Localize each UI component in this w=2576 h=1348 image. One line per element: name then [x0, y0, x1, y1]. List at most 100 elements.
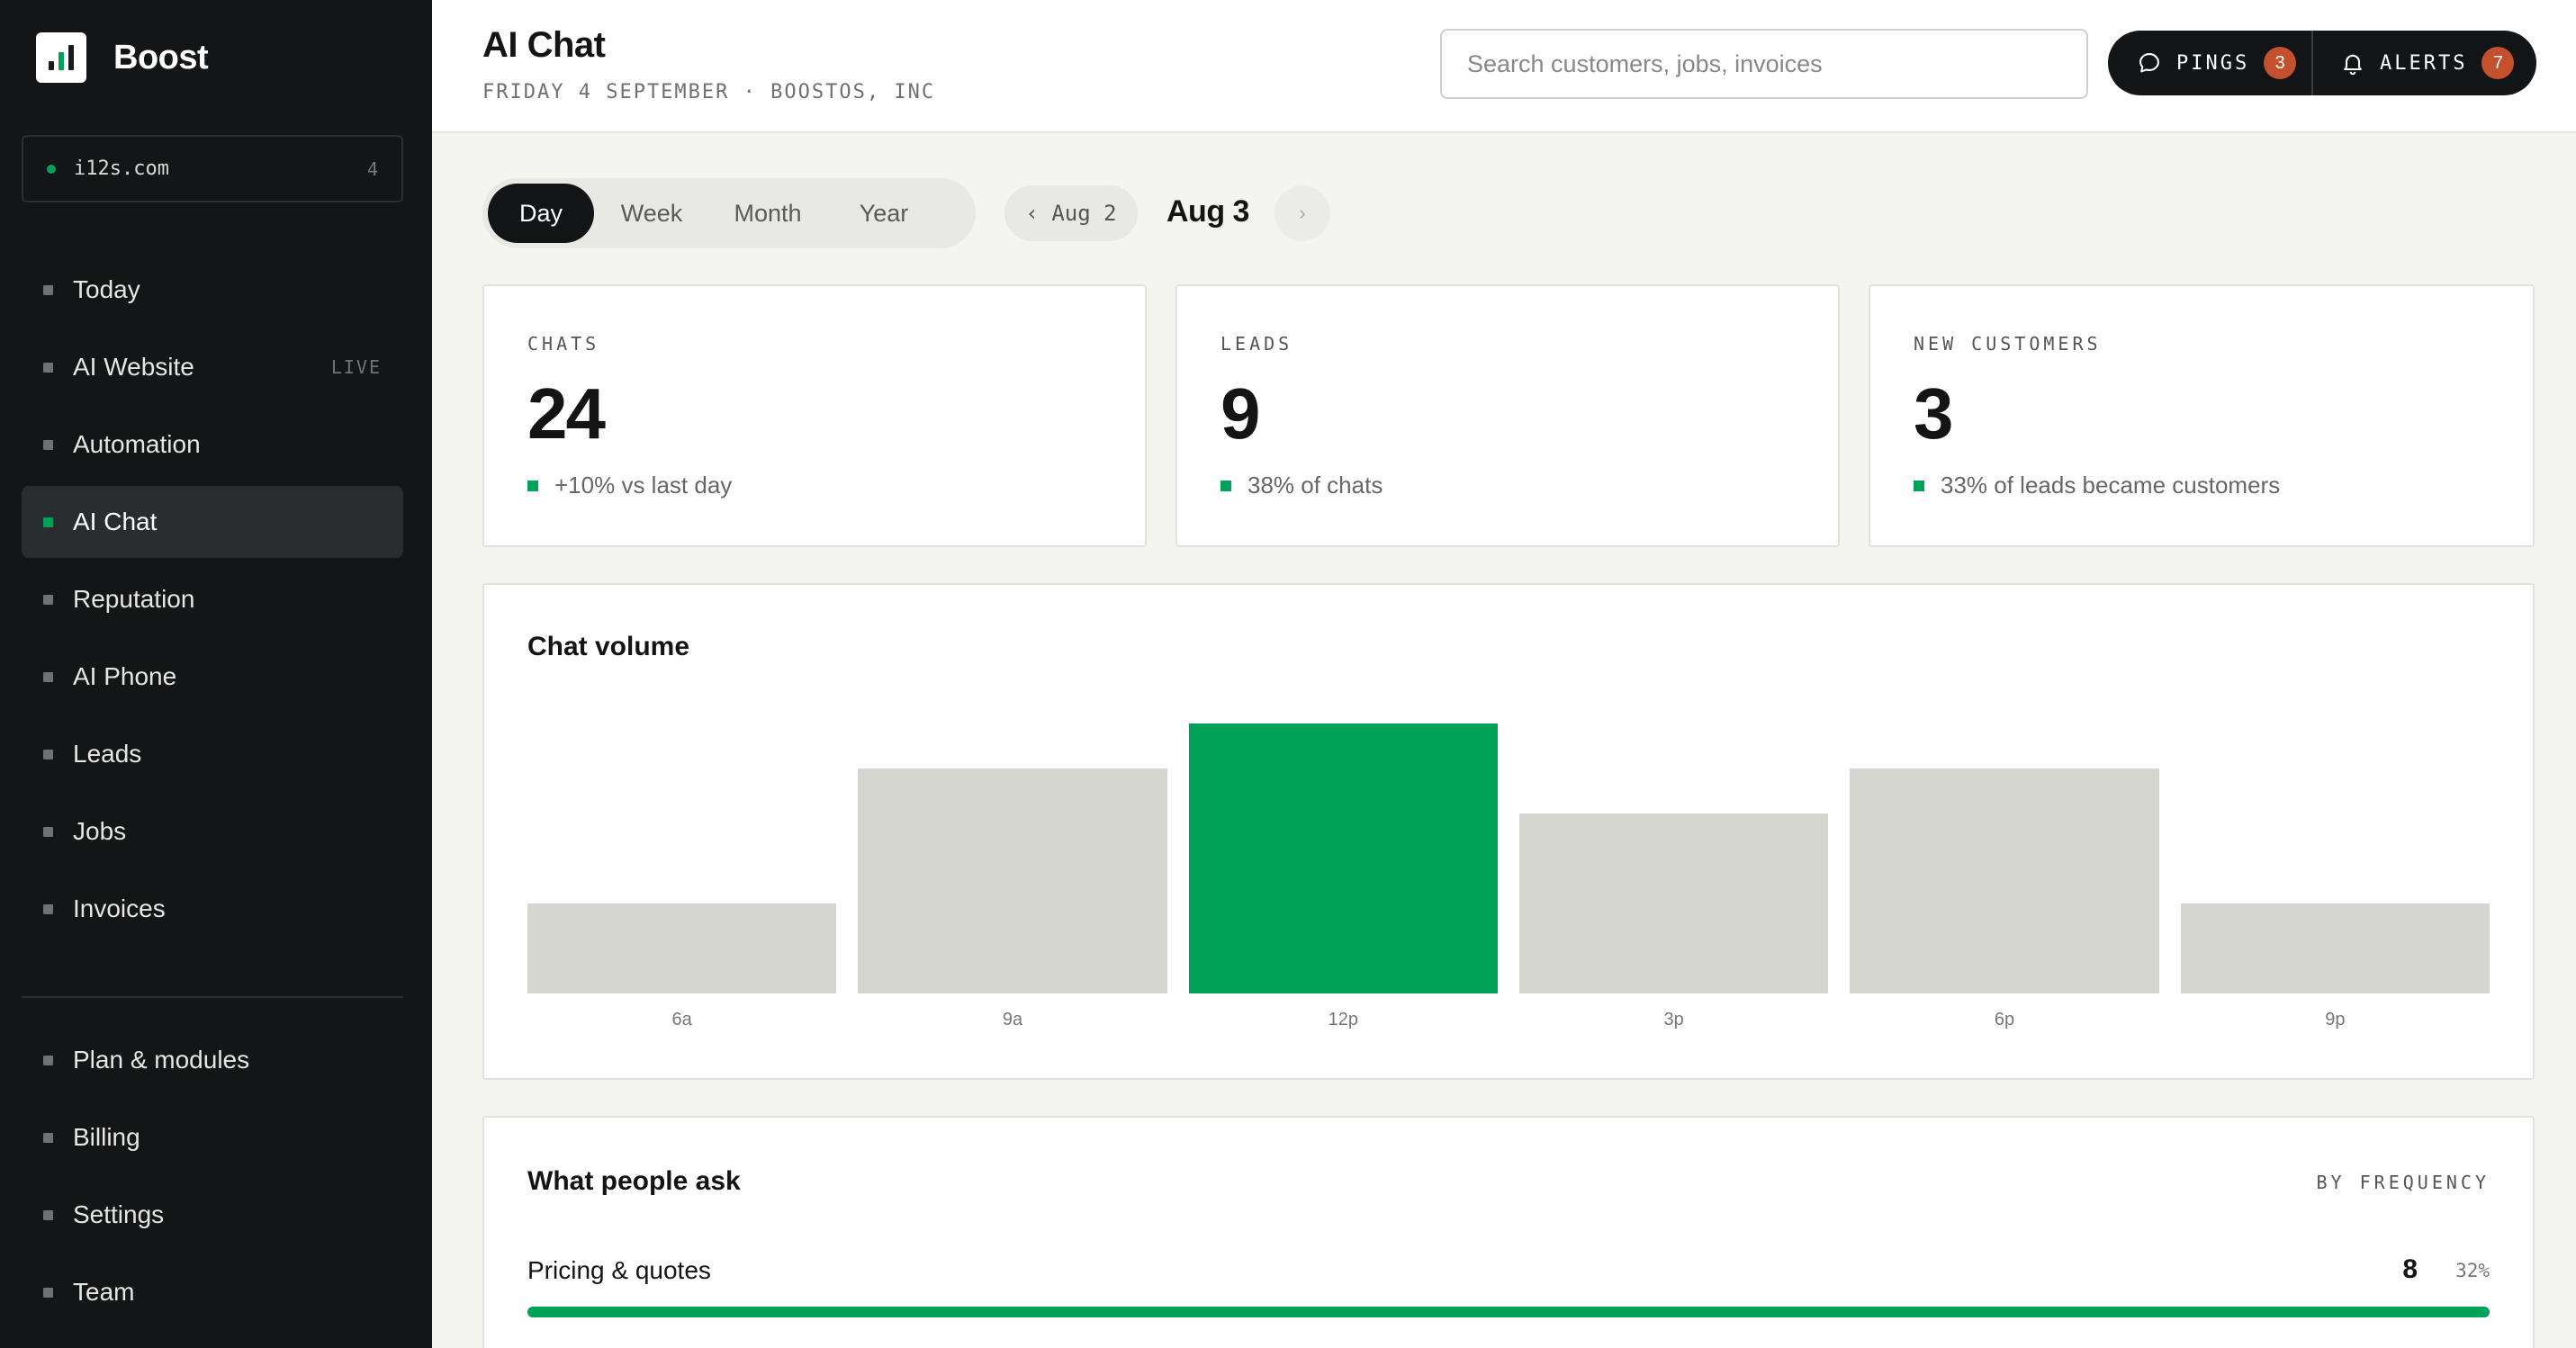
sidebar-item-automation[interactable]: Automation — [22, 409, 403, 481]
workspace-switcher[interactable]: i12s.com 4 — [22, 135, 403, 202]
alerts-label: ALERTS — [2380, 51, 2468, 75]
bullet-icon — [43, 439, 53, 450]
stat-value: 3 — [1914, 373, 1953, 454]
search-input[interactable] — [1440, 29, 2088, 99]
stat-card-leads: LEADS 9 38% of chats — [1175, 284, 1840, 547]
period-year-button[interactable]: Year — [833, 184, 934, 243]
page-title: AI Chat — [482, 25, 606, 65]
chart-bar-9a — [858, 768, 1167, 993]
sidebar-item-settings[interactable]: Settings — [22, 1179, 403, 1251]
pings-button[interactable]: PINGS 3 — [2108, 31, 2313, 95]
stat-note: 33% of leads became customers — [1914, 472, 2280, 499]
bullet-icon — [43, 671, 53, 682]
sidebar-item-label: Jobs — [73, 817, 127, 845]
sidebar-item-invoices[interactable]: Invoices — [22, 873, 403, 945]
sidebar-item-team[interactable]: Team — [22, 1256, 403, 1328]
previous-date-button[interactable]: ‹ Aug 2 — [1004, 185, 1138, 241]
chat-volume-card: Chat volume 6a 9a 12p 3p 6p 9p — [482, 583, 2535, 1080]
sidebar-item-ai-website[interactable]: AI Website LIVE — [22, 331, 403, 403]
sidebar-item-label: Today — [73, 275, 140, 303]
chart-tick-label: 9a — [1002, 1010, 1023, 1029]
period-day-button[interactable]: Day — [488, 184, 594, 243]
sidebar-item-label: Invoices — [73, 894, 166, 922]
chart-bar-12p — [1188, 723, 1498, 993]
sidebar-item-ai-phone[interactable]: AI Phone — [22, 641, 403, 713]
sidebar-item-label: Plan & modules — [73, 1046, 250, 1074]
bullet-icon — [43, 284, 53, 295]
boost-logo-icon — [36, 32, 86, 83]
sidebar-item-jobs[interactable]: Jobs — [22, 795, 403, 867]
chart-tick-label: 6p — [1994, 1010, 2015, 1029]
workspace-domain: i12s.com — [74, 157, 169, 180]
live-badge: LIVE — [330, 356, 382, 378]
stat-note: 38% of chats — [1220, 472, 1383, 499]
bullet-icon — [43, 594, 53, 605]
brand[interactable]: Boost — [36, 32, 209, 83]
period-month-button[interactable]: Month — [709, 184, 826, 243]
alerts-button[interactable]: ALERTS 7 — [2313, 31, 2515, 95]
alerts-count-badge: 7 — [2481, 47, 2515, 79]
green-square-icon — [1220, 480, 1231, 491]
sidebar-item-reputation[interactable]: Reputation — [22, 563, 403, 635]
sidebar-item-billing[interactable]: Billing — [22, 1101, 403, 1173]
stat-note: +10% vs last day — [527, 472, 732, 499]
sidebar-item-label: Team — [73, 1278, 135, 1306]
top-header: AI Chat FRIDAY 4 SEPTEMBER · BOOSTOS, IN… — [432, 0, 2576, 133]
brand-name: Boost — [113, 38, 209, 76]
pings-count-badge: 3 — [2264, 47, 2297, 79]
chart-bar-6a — [527, 903, 837, 993]
sidebar-item-label: Billing — [73, 1123, 140, 1151]
bullet-icon — [43, 826, 53, 837]
next-date-button[interactable]: › — [1274, 185, 1330, 241]
stat-label: CHATS — [527, 333, 600, 355]
chart-tick-label: 3p — [1663, 1010, 1684, 1029]
what-people-ask-card: What people ask BY FREQUENCY Pricing & q… — [482, 1116, 2535, 1348]
chart-bar-9p — [2180, 903, 2490, 993]
sidebar-item-label: AI Chat — [73, 508, 158, 535]
bell-icon — [2344, 54, 2362, 76]
chart-bar-3p — [1519, 813, 1829, 993]
bullet-icon — [43, 362, 53, 373]
page-subtitle: FRIDAY 4 SEPTEMBER · BOOSTOS, INC — [482, 81, 936, 103]
sidebar-item-ai-chat[interactable]: AI Chat — [22, 486, 403, 558]
stat-note-text: 33% of leads became customers — [1941, 472, 2281, 499]
bullet-icon — [43, 903, 53, 914]
sidebar-item-label: Automation — [73, 430, 201, 458]
bullet-icon — [43, 1287, 53, 1298]
sidebar-item-label: Leads — [73, 740, 142, 768]
sidebar-item-leads[interactable]: Leads — [22, 718, 403, 790]
stat-value: 9 — [1220, 373, 1260, 454]
sort-label[interactable]: BY FREQUENCY — [2317, 1172, 2490, 1193]
bullet-icon — [43, 749, 53, 759]
question-count: 8 — [2402, 1254, 2418, 1284]
stat-note-text: +10% vs last day — [554, 472, 733, 499]
period-week-button[interactable]: Week — [601, 184, 702, 243]
green-square-icon — [527, 480, 538, 491]
question-label: Pricing & quotes — [527, 1256, 711, 1284]
stat-label: LEADS — [1220, 333, 1293, 355]
question-percent: 32% — [2455, 1260, 2490, 1281]
stat-value: 24 — [527, 373, 606, 454]
sidebar-item-plan-modules[interactable]: Plan & modules — [22, 1024, 403, 1096]
sidebar-item-label: AI Website — [73, 353, 194, 381]
current-date: Aug 3 — [1166, 194, 1249, 229]
chart-tick-label: 9p — [2325, 1010, 2346, 1029]
sidebar-item-today[interactable]: Today — [22, 254, 403, 326]
sidebar-divider — [22, 996, 403, 998]
chart-title: Chat volume — [527, 632, 690, 661]
sidebar-item-label: Reputation — [73, 585, 195, 613]
questions-title: What people ask — [527, 1166, 741, 1196]
stat-card-chats: CHATS 24 +10% vs last day — [482, 284, 1147, 547]
chart-tick-label: 12p — [1328, 1010, 1359, 1029]
green-square-icon — [1914, 480, 1924, 491]
question-frequency-fill — [527, 1307, 2490, 1317]
bullet-icon — [43, 517, 53, 527]
chat-bubble-icon — [2139, 53, 2159, 73]
bullet-icon — [43, 1055, 53, 1065]
sidebar: Boost i12s.com 4 Today AI Website LIVE A… — [0, 0, 432, 1348]
bullet-icon — [43, 1209, 53, 1220]
pings-label: PINGS — [2176, 51, 2250, 75]
stat-note-text: 38% of chats — [1247, 472, 1383, 499]
sidebar-item-label: AI Phone — [73, 662, 177, 690]
chart-bar-6p — [1850, 768, 2159, 993]
